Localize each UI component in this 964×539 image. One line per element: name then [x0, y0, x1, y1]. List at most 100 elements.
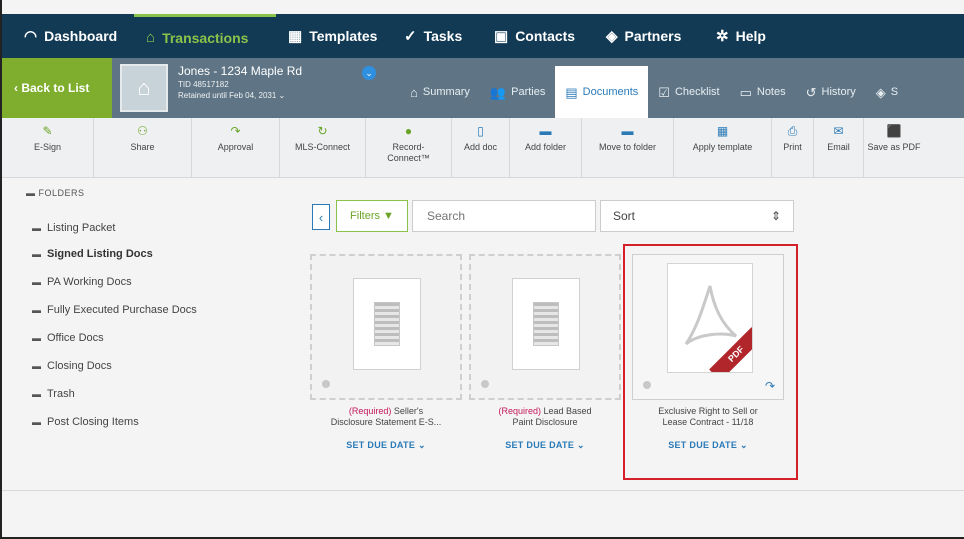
tab-parties[interactable]: 👥 Parties — [480, 66, 555, 118]
print-button[interactable]: ⎙ Print — [772, 118, 814, 177]
folder-icon: ▬ — [32, 361, 41, 371]
document-card[interactable] — [310, 254, 462, 400]
chevron-left-icon: ‹ — [318, 209, 324, 225]
folder-trash[interactable]: ▬ Trash — [32, 388, 75, 400]
tab-checklist-label: Checklist — [674, 86, 720, 98]
document-name-line2: Disclosure Statement E-S... — [330, 417, 442, 427]
status-dot — [481, 380, 489, 388]
sort-select[interactable]: Sort ⇕ — [600, 200, 794, 232]
tab-notes[interactable]: ▭ Notes — [730, 66, 796, 118]
document-lines-icon — [533, 302, 559, 346]
add-folder-button[interactable]: ▬ Add folder — [510, 118, 582, 177]
document-thumbnail — [353, 278, 421, 370]
collapse-button[interactable]: ‹ — [312, 204, 330, 230]
document-caption[interactable]: (Required) Lead Based Paint Disclosure — [469, 406, 621, 428]
top-nav: ◠ Dashboard ⌂ Transactions ▦ Templates ✓… — [2, 14, 964, 58]
record-connect-button[interactable]: ● Record-Connect™ — [366, 118, 452, 177]
transaction-header: ‹ Back to List ⌂ Jones - 1234 Maple Rd T… — [2, 58, 964, 118]
save-as-pdf-label: Save as PDF — [867, 142, 921, 152]
folder-closing-docs[interactable]: ▬ Closing Docs — [32, 360, 112, 372]
folder-icon: ▬ — [32, 249, 41, 259]
add-doc-button[interactable]: ▯ Add doc — [452, 118, 510, 177]
tab-summary[interactable]: ⌂ Summary — [400, 66, 480, 118]
checklist-icon: ☑ — [658, 84, 670, 100]
nav-partners[interactable]: ◈ Partners — [594, 14, 704, 58]
pdf-icon: ⬛ — [886, 124, 902, 138]
set-due-date-button[interactable]: SET DUE DATE ⌄ — [310, 440, 462, 451]
folder-label: Fully Executed Purchase Docs — [47, 304, 197, 316]
document-card[interactable] — [469, 254, 621, 400]
esign-button[interactable]: ✎ E-Sign — [2, 118, 94, 177]
apply-template-button[interactable]: ▦ Apply template — [674, 118, 772, 177]
save-as-pdf-button[interactable]: ⬛ Save as PDF — [864, 118, 924, 177]
nav-contacts[interactable]: ▣ Contacts — [482, 14, 594, 58]
folder-office-docs[interactable]: ▬ Office Docs — [32, 332, 104, 344]
check-circle-icon: ✓ — [404, 27, 417, 45]
back-to-list-button[interactable]: ‹ Back to List — [2, 58, 112, 118]
share-icon: ⚇ — [137, 124, 148, 138]
nav-transactions[interactable]: ⌂ Transactions — [134, 14, 276, 58]
set-due-date-button[interactable]: SET DUE DATE ⌄ — [469, 440, 621, 451]
move-to-folder-button[interactable]: ▬ Move to folder — [582, 118, 674, 177]
folder-post-closing-items[interactable]: ▬ Post Closing Items — [32, 416, 139, 428]
tab-documents-label: Documents — [582, 86, 639, 98]
mls-connect-label: MLS-Connect — [294, 142, 351, 152]
transaction-title: Jones - 1234 Maple Rd — [178, 64, 303, 78]
nav-partners-label: Partners — [624, 28, 682, 44]
tab-documents[interactable]: ▤ Documents — [555, 66, 649, 118]
folder-icon: ▬ — [32, 389, 41, 399]
folder-icon: ▬ — [32, 333, 41, 343]
contacts-icon: ▣ — [494, 27, 509, 45]
retention-dropdown[interactable]: Retained until Feb 04, 2031 ⌄ — [178, 91, 302, 100]
nav-templates-label: Templates — [309, 28, 378, 44]
notes-icon: ▭ — [739, 84, 752, 100]
templates-icon: ▦ — [288, 27, 303, 45]
email-icon: ✉ — [833, 124, 844, 138]
folder-icon: ▬ — [32, 223, 41, 233]
nav-dashboard-label: Dashboard — [44, 28, 118, 44]
history-icon: ↺ — [805, 84, 817, 100]
folder-pa-working-docs[interactable]: ▬ PA Working Docs — [32, 276, 132, 288]
email-button[interactable]: ✉ Email — [814, 118, 864, 177]
folder-signed-listing-docs[interactable]: ▬ Signed Listing Docs — [32, 248, 153, 260]
nav-help[interactable]: ✲ Help — [704, 14, 794, 58]
document-thumbnail — [512, 278, 580, 370]
expand-badge[interactable]: ⌄ — [362, 66, 376, 80]
people-icon: 👥 — [489, 84, 507, 100]
tab-history[interactable]: ↺ History — [796, 66, 866, 118]
filters-button[interactable]: Filters ▼ — [336, 200, 408, 232]
nav-transactions-label: Transactions — [162, 29, 249, 46]
tab-more-label: S — [890, 86, 899, 98]
search-input[interactable] — [412, 200, 596, 232]
partners-icon: ◈ — [875, 84, 886, 100]
move-to-folder-label: Move to folder — [598, 142, 657, 152]
folder-label: Office Docs — [47, 332, 104, 344]
nav-contacts-label: Contacts — [515, 28, 576, 44]
document-caption[interactable]: (Required) Seller's Disclosure Statement… — [310, 406, 462, 428]
document-name-line1: Seller's — [393, 406, 424, 416]
folder-listing-packet[interactable]: ▬ Listing Packet — [32, 222, 115, 234]
share-label: Share — [130, 142, 155, 152]
chevron-down-icon: ⌄ — [365, 67, 373, 78]
tab-checklist[interactable]: ☑ Checklist — [648, 66, 729, 118]
folder-move-icon: ▬ — [621, 124, 634, 138]
folder-label: Closing Docs — [47, 360, 112, 372]
tab-more[interactable]: ◈ S — [866, 66, 908, 118]
approval-label: Approval — [217, 142, 254, 152]
mls-connect-button[interactable]: ↻ MLS-Connect — [280, 118, 366, 177]
share-button[interactable]: ⚇ Share — [94, 118, 192, 177]
folder-label: Post Closing Items — [47, 416, 139, 428]
folder-icon: ▬ — [32, 277, 41, 287]
footer-divider — [2, 490, 964, 491]
property-thumbnail: ⌂ — [120, 64, 168, 112]
transaction-tabs: ⌂ Summary 👥 Parties ▤ Documents ☑ Checkl… — [400, 66, 908, 118]
pen-icon: ✎ — [42, 124, 53, 138]
nav-tasks[interactable]: ✓ Tasks — [392, 14, 482, 58]
home-icon: ⌂ — [410, 84, 418, 100]
nav-help-label: Help — [735, 28, 766, 44]
folder-fully-executed-purchase-docs[interactable]: ▬ Fully Executed Purchase Docs — [32, 304, 197, 316]
nav-dashboard[interactable]: ◠ Dashboard — [2, 14, 134, 58]
folder-label: Listing Packet — [47, 222, 116, 234]
approval-button[interactable]: ↷ Approval — [192, 118, 280, 177]
nav-templates[interactable]: ▦ Templates — [276, 14, 392, 58]
